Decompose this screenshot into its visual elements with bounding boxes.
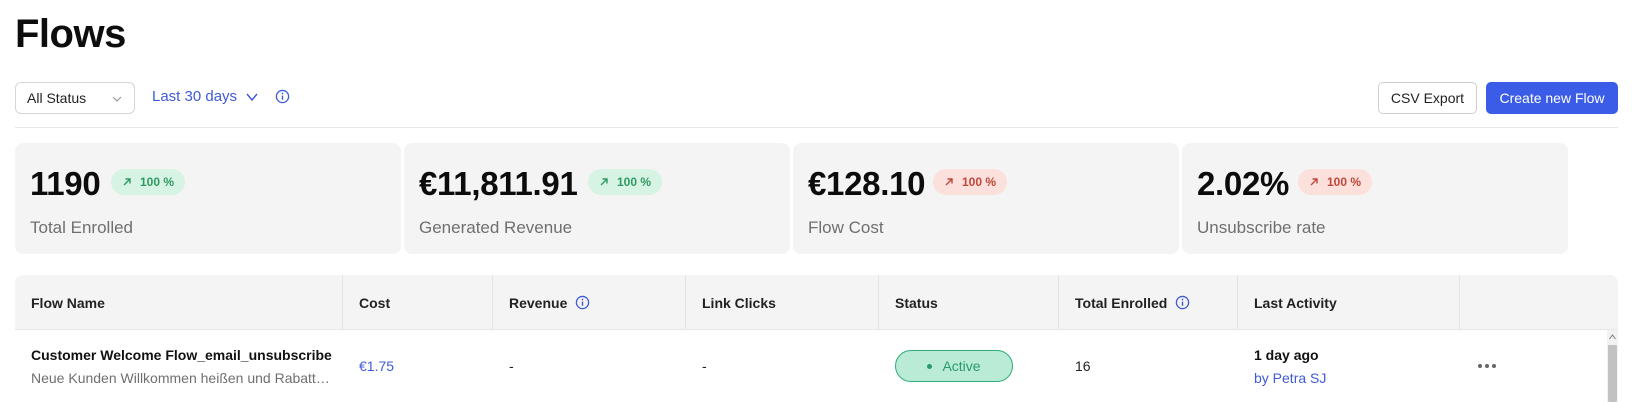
last-activity-time: 1 day ago — [1254, 346, 1319, 363]
status-filter-select[interactable]: All Status — [15, 82, 135, 114]
chevron-down-icon — [246, 93, 258, 101]
cost-value[interactable]: €1.75 — [359, 358, 493, 374]
cell-revenue: - — [493, 330, 686, 402]
status-dot — [927, 363, 933, 369]
cell-link-clicks: - — [686, 330, 879, 402]
table-row[interactable]: Customer Welcome Flow_email_unsubscribe … — [15, 330, 1618, 402]
flows-table: Flow Name Cost Revenue Link Clicks Statu… — [15, 275, 1618, 402]
cell-cost: €1.75 — [343, 330, 493, 402]
info-icon[interactable] — [575, 295, 590, 310]
trend-value: 100 % — [617, 175, 652, 189]
create-new-flow-button[interactable]: Create new Flow — [1486, 82, 1618, 114]
cell-status: Active — [879, 330, 1059, 402]
cell-total-enrolled: 16 — [1059, 330, 1238, 402]
divider — [15, 127, 1618, 128]
column-header-total-enrolled[interactable]: Total Enrolled — [1059, 275, 1238, 330]
stat-value: €128.10 — [808, 165, 926, 202]
stat-card-total-enrolled: 1190 100 % Total Enrolled — [15, 143, 401, 254]
stat-label: Generated Revenue — [419, 218, 573, 237]
cell-flow-name: Customer Welcome Flow_email_unsubscribe … — [15, 330, 343, 402]
status-badge[interactable]: Active — [895, 350, 1013, 382]
trend-badge: 100 % — [933, 169, 1008, 195]
flow-description: Neue Kunden Willkommen heißen und Rabatt… — [31, 369, 331, 386]
vertical-scrollbar[interactable] — [1607, 330, 1618, 402]
more-horizontal-icon[interactable] — [1475, 358, 1499, 374]
column-header-last-activity[interactable]: Last Activity — [1238, 275, 1460, 330]
scroll-up-arrow-icon[interactable] — [1609, 334, 1616, 340]
trend-badge: 100 % — [588, 169, 663, 195]
scrollbar-thumb[interactable] — [1608, 345, 1617, 402]
column-header-status[interactable]: Status — [879, 275, 1059, 330]
arrow-up-right-icon — [600, 178, 608, 186]
link-clicks-value: - — [702, 358, 707, 374]
table-header: Flow Name Cost Revenue Link Clicks Statu… — [15, 275, 1618, 330]
last-activity-user[interactable]: by Petra SJ — [1254, 370, 1460, 386]
chevron-down-icon — [112, 96, 122, 102]
info-icon[interactable] — [1175, 295, 1190, 310]
column-header-cost[interactable]: Cost — [343, 275, 493, 330]
arrow-up-right-icon — [945, 178, 953, 186]
date-range-dropdown[interactable]: Last 30 days — [152, 88, 290, 105]
flow-name[interactable]: Customer Welcome Flow_email_unsubscribe — [31, 347, 343, 363]
trend-value: 100 % — [1327, 175, 1362, 189]
arrow-up-right-icon — [123, 178, 131, 186]
column-header-actions — [1460, 275, 1618, 330]
stat-label: Total Enrolled — [30, 218, 134, 237]
stat-label: Flow Cost — [808, 218, 884, 237]
column-header-link-clicks[interactable]: Link Clicks — [686, 275, 879, 330]
toolbar: All Status Last 30 days CSV Export Creat… — [0, 82, 1632, 122]
trend-badge: 100 % — [111, 169, 186, 195]
stat-value: 2.02% — [1197, 165, 1290, 202]
csv-export-button[interactable]: CSV Export — [1378, 82, 1477, 114]
column-header-flow-name[interactable]: Flow Name — [15, 275, 343, 330]
stat-card-generated-revenue: €11,811.91 100 % Generated Revenue — [404, 143, 790, 254]
stats-cards: 1190 100 % Total Enrolled €11,811.91 100… — [15, 143, 1618, 254]
info-icon[interactable] — [275, 89, 290, 104]
total-enrolled-value: 16 — [1075, 358, 1091, 374]
status-label: Active — [942, 358, 981, 374]
status-filter-value: All Status — [27, 90, 87, 106]
trend-value: 100 % — [140, 175, 175, 189]
trend-value: 100 % — [962, 175, 997, 189]
arrow-up-right-icon — [1310, 178, 1318, 186]
trend-badge: 100 % — [1298, 169, 1373, 195]
cell-last-activity: 1 day ago by Petra SJ — [1238, 330, 1460, 402]
stat-card-flow-cost: €128.10 100 % Flow Cost — [793, 143, 1179, 254]
stat-card-unsubscribe-rate: 2.02% 100 % Unsubscribe rate — [1182, 143, 1568, 254]
page-title: Flows — [15, 12, 126, 56]
column-header-revenue[interactable]: Revenue — [493, 275, 686, 330]
stat-value: €11,811.91 — [419, 165, 578, 202]
revenue-value: - — [509, 358, 514, 374]
stat-label: Unsubscribe rate — [1197, 218, 1326, 237]
stat-value: 1190 — [30, 165, 101, 202]
date-range-label: Last 30 days — [152, 88, 238, 105]
